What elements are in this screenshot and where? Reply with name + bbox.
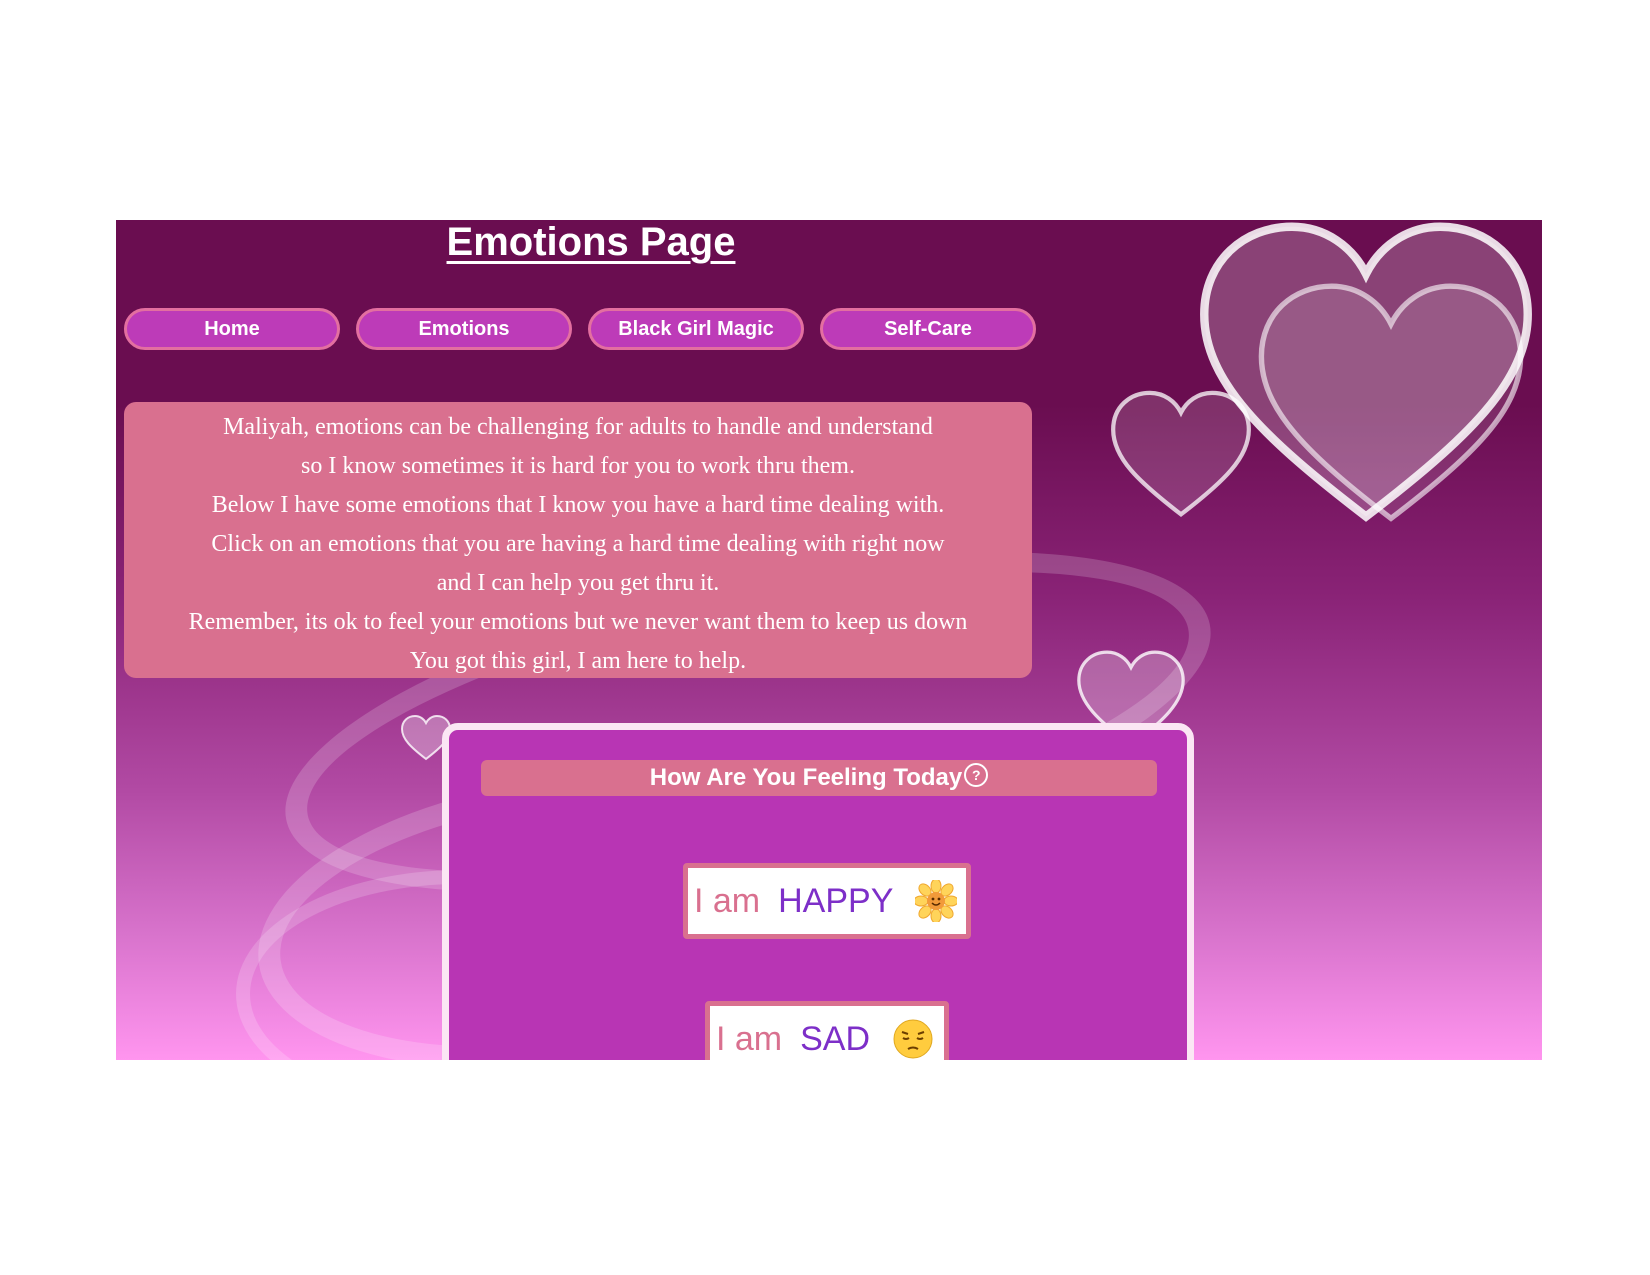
medium-heart-decoration [1258, 283, 1524, 522]
nav-emotions-button[interactable]: Emotions [356, 308, 572, 350]
feelings-panel-title: How Are You Feeling Today [649, 764, 963, 791]
page-background: Emotions Page Home Emotions Black Girl M… [116, 220, 1542, 1060]
intro-line: Below I have some emotions that I know y… [211, 492, 945, 518]
intro-line: Remember, its ok to feel your emotions b… [188, 609, 968, 635]
pensive-face-icon [893, 1019, 933, 1059]
small-heart-decoration [1111, 390, 1251, 518]
page-title: Emotions Page [446, 220, 736, 264]
intro-message-box: Maliyah, emotions can be challenging for… [124, 402, 1032, 678]
nav-self-care-button[interactable]: Self-Care [820, 308, 1036, 350]
nav-black-girl-magic-button[interactable]: Black Girl Magic [588, 308, 804, 350]
feelings-panel-header: How Are You Feeling Today ? [481, 760, 1157, 796]
intro-line: You got this girl, I am here to help. [409, 648, 747, 674]
intro-line: Click on an emotions that you are having… [211, 531, 945, 557]
main-nav: Home Emotions Black Girl Magic Self-Care [124, 308, 1036, 350]
feelings-panel: How Are You Feeling Today ? I am HAPPY I… [442, 723, 1194, 1060]
happy-button-prefix: I am [694, 881, 761, 920]
question-icon: ? [964, 763, 989, 787]
intro-line: Maliyah, emotions can be challenging for… [223, 414, 933, 440]
sad-button-word: SAD [800, 1019, 871, 1058]
happy-button[interactable]: I am HAPPY [683, 863, 971, 939]
happy-button-word: HAPPY [778, 881, 894, 920]
nav-home-button[interactable]: Home [124, 308, 340, 350]
sunflower-icon [915, 880, 958, 922]
sad-button-prefix: I am [716, 1019, 783, 1058]
intro-line: and I can help you get thru it. [436, 570, 720, 596]
intro-line: so I know sometimes it is hard for you t… [301, 453, 855, 479]
sad-button[interactable]: I am SAD [705, 1001, 949, 1060]
